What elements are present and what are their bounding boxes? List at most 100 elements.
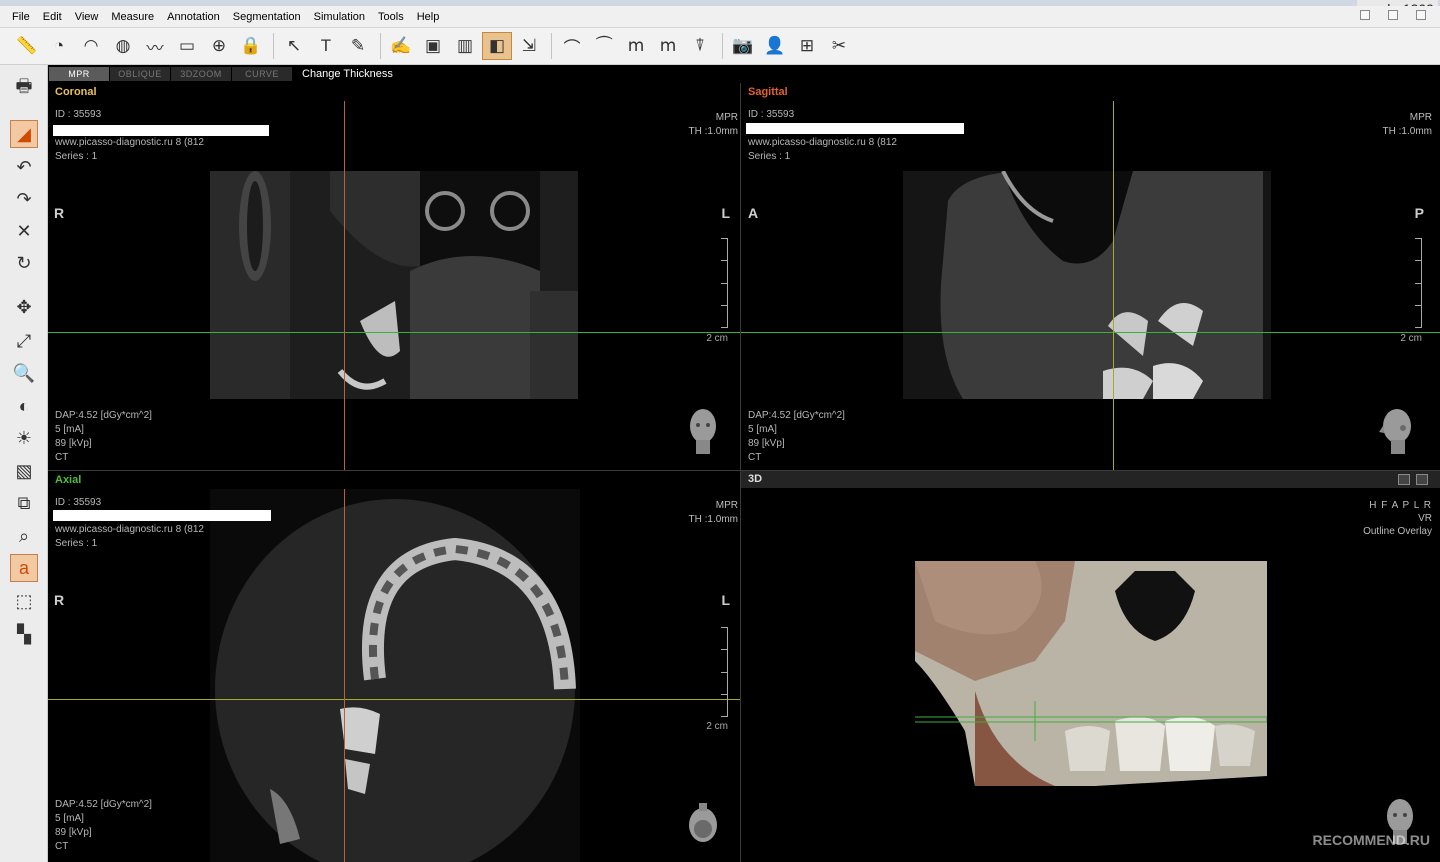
maximize-viewport-icon[interactable] bbox=[1416, 474, 1428, 485]
site-text: www.picasso-diagnostic.ru 8 (812 bbox=[55, 137, 204, 148]
tools-icon[interactable]: ✂ bbox=[824, 32, 854, 60]
change-thickness-label[interactable]: Change Thickness bbox=[302, 68, 393, 80]
menu-file[interactable]: File bbox=[10, 11, 32, 23]
crosshair-horizontal[interactable] bbox=[48, 332, 740, 333]
layout-icon[interactable]: ⊞ bbox=[792, 32, 822, 60]
menu-tools[interactable]: Tools bbox=[376, 11, 406, 23]
crosshair-horizontal[interactable] bbox=[48, 699, 740, 700]
globe-icon[interactable]: ⊕ bbox=[204, 32, 234, 60]
viewport-title: Axial bbox=[55, 474, 82, 486]
head-orientation-icon[interactable] bbox=[686, 799, 720, 849]
head-orientation-icon[interactable] bbox=[686, 406, 720, 456]
text-icon[interactable]: T bbox=[311, 32, 341, 60]
implant-icon[interactable]: ⍒ bbox=[685, 32, 715, 60]
scale-label: 2 cm bbox=[706, 333, 728, 344]
kvp-text: 89 [kVp] bbox=[55, 827, 92, 838]
print-icon[interactable]: 🖶 bbox=[10, 75, 38, 103]
density-3d-icon[interactable]: ◍ bbox=[108, 32, 138, 60]
lock-icon[interactable]: 🔒 bbox=[236, 32, 266, 60]
maximize-button[interactable] bbox=[1388, 10, 1398, 20]
thickness-text: TH :1.0mm bbox=[688, 514, 738, 525]
series-text: Series : 1 bbox=[748, 151, 791, 162]
ma-text: 5 [mA] bbox=[748, 424, 777, 435]
menu-simulation[interactable]: Simulation bbox=[312, 11, 367, 23]
grid-layout-icon[interactable] bbox=[1398, 474, 1410, 485]
histogram-icon[interactable]: ▥ bbox=[450, 32, 480, 60]
measure-angle-icon[interactable]: ◢ bbox=[10, 120, 38, 148]
annotation-text-icon[interactable]: a bbox=[10, 554, 38, 582]
patient-id: ID : 35593 bbox=[748, 109, 795, 120]
left-toolbar: 🖶 ◢ ↶ ↷ ✕ ↻ ✥ ⤢ 🔍 ◐ ☀ ▧ ⧉ ⌕ a ⬚ ▚ bbox=[0, 65, 48, 862]
window-controls bbox=[1360, 10, 1426, 20]
minimize-button[interactable] bbox=[1360, 10, 1370, 20]
checker-icon[interactable]: ▚ bbox=[10, 620, 38, 648]
scroll-icon[interactable]: ⤢ bbox=[10, 327, 38, 355]
rotate-icon[interactable]: ↻ bbox=[10, 249, 38, 277]
menu-bar: File Edit View Measure Annotation Segmen… bbox=[0, 6, 1440, 28]
tab-oblique[interactable]: OBLIQUE bbox=[110, 67, 170, 81]
pencil-icon[interactable]: ✎ bbox=[343, 32, 373, 60]
crosshair-vertical[interactable] bbox=[344, 101, 345, 470]
site-text: www.picasso-diagnostic.ru 8 (812 bbox=[748, 137, 897, 148]
tab-mpr[interactable]: MPR bbox=[49, 67, 109, 81]
site-text: www.picasso-diagnostic.ru 8 (812 bbox=[55, 524, 204, 535]
patient-icon[interactable]: 👤 bbox=[760, 32, 790, 60]
teeth-m-icon[interactable]: ⅿ bbox=[653, 32, 683, 60]
cube-icon[interactable]: ⬚ bbox=[10, 587, 38, 615]
delete-icon[interactable]: ✕ bbox=[10, 217, 38, 245]
mode-text: MPR bbox=[715, 500, 738, 511]
viewport-sagittal[interactable]: Sagittal ID : 35593 www.picasso-diagnost… bbox=[741, 83, 1440, 470]
viewport-axial[interactable]: Axial ID : 35593 www.picasso-diagnostic.… bbox=[48, 471, 740, 862]
edit-report-icon[interactable]: ✍ bbox=[386, 32, 416, 60]
brightness-icon[interactable]: ☀ bbox=[10, 424, 38, 452]
skull-3d-render bbox=[915, 561, 1267, 786]
tab-curve[interactable]: CURVE bbox=[232, 67, 292, 81]
viewport-divider-vertical[interactable] bbox=[740, 83, 741, 862]
overlay-text: Outline Overlay bbox=[1363, 526, 1432, 537]
redo-icon[interactable]: ↷ bbox=[10, 185, 38, 213]
magnifier-icon[interactable]: ⌕ bbox=[10, 522, 38, 550]
menu-help[interactable]: Help bbox=[415, 11, 442, 23]
curve-icon[interactable]: ⌒ bbox=[557, 32, 587, 60]
modality-text: CT bbox=[748, 452, 762, 463]
layer-overlay-icon[interactable]: ◧ bbox=[482, 32, 512, 60]
stack-icon[interactable]: ⧉ bbox=[10, 489, 38, 517]
crosshair-vertical[interactable] bbox=[344, 489, 345, 862]
viewport-divider-horizontal[interactable] bbox=[48, 470, 1440, 471]
menu-annotation[interactable]: Annotation bbox=[165, 11, 222, 23]
curve-m-icon[interactable]: ⏜ bbox=[589, 32, 619, 60]
zoom-icon[interactable]: 🔍 bbox=[10, 359, 38, 387]
crosshair-horizontal[interactable] bbox=[741, 332, 1440, 333]
export-icon[interactable]: ⇲ bbox=[514, 32, 544, 60]
redacted-name-bar bbox=[53, 510, 271, 521]
head-orientation-icon[interactable] bbox=[1379, 406, 1413, 456]
modality-text: CT bbox=[55, 452, 69, 463]
viewport-coronal[interactable]: Coronal ID : 35593 www.picasso-diagnosti… bbox=[48, 83, 740, 470]
camera-icon[interactable]: 📷 bbox=[728, 32, 758, 60]
protractor-icon[interactable]: ◠ bbox=[76, 32, 106, 60]
angle-icon[interactable]: ◔ bbox=[44, 32, 74, 60]
teeth-icon[interactable]: ⅿ bbox=[621, 32, 651, 60]
viewport-title: Sagittal bbox=[748, 86, 788, 98]
tab-3dzoom[interactable]: 3DZOOM bbox=[171, 67, 231, 81]
redacted-name-bar bbox=[53, 125, 269, 136]
ruler-icon[interactable]: 📏 bbox=[12, 32, 42, 60]
undo-icon[interactable]: ↶ bbox=[10, 153, 38, 181]
pointer-icon[interactable]: ↖ bbox=[279, 32, 309, 60]
menu-view[interactable]: View bbox=[73, 11, 101, 23]
viewport-3d[interactable]: 3D H F A P L R VR Outline Overlay RECOMM bbox=[741, 471, 1440, 862]
pan-icon[interactable]: ✥ bbox=[10, 293, 38, 321]
profile-chart-icon[interactable]: 〰 bbox=[140, 32, 170, 60]
viewport-title: Coronal bbox=[55, 86, 97, 98]
gradient-icon[interactable]: ▧ bbox=[10, 457, 38, 485]
close-button[interactable] bbox=[1416, 10, 1426, 20]
viewport-3d-header: 3D bbox=[741, 471, 1440, 488]
toolbar-separator bbox=[273, 33, 274, 59]
contrast-icon[interactable]: ◐ bbox=[10, 392, 38, 420]
roi-rectangle-icon[interactable]: ▭ bbox=[172, 32, 202, 60]
menu-edit[interactable]: Edit bbox=[41, 11, 64, 23]
menu-measure[interactable]: Measure bbox=[109, 11, 156, 23]
crosshair-vertical[interactable] bbox=[1113, 101, 1114, 470]
menu-segmentation[interactable]: Segmentation bbox=[231, 11, 303, 23]
image-edit-icon[interactable]: ▣ bbox=[418, 32, 448, 60]
